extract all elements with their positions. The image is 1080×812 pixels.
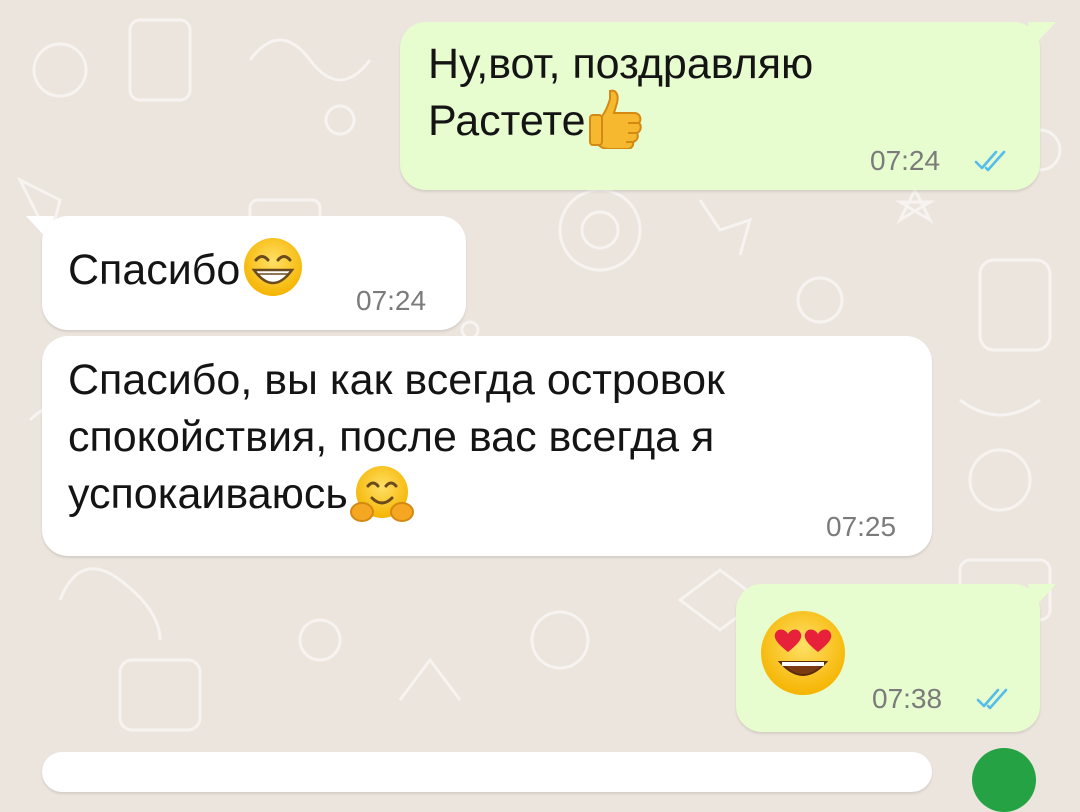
hugging-face-icon bbox=[349, 465, 414, 522]
read-receipt-icon bbox=[976, 688, 1008, 710]
message-text-line: Спасибо bbox=[68, 246, 241, 294]
message-text-line: Ну,вот, поздравляю bbox=[428, 40, 814, 88]
scroll-to-bottom-button[interactable] bbox=[972, 748, 1036, 812]
thumbs-up-icon bbox=[588, 89, 642, 149]
message-text-line: Растете bbox=[428, 97, 586, 145]
bubble-tail bbox=[1028, 22, 1056, 48]
message-bubble-incoming-partial[interactable] bbox=[42, 752, 932, 792]
message-time: 07:38 bbox=[872, 683, 943, 714]
read-receipt-icon bbox=[974, 150, 1006, 172]
message-bubble-incoming[interactable]: Спасибо, вы как всегда островок спокойст… bbox=[42, 336, 932, 556]
message-time: 07:25 bbox=[826, 511, 897, 542]
message-bubble-incoming[interactable]: Спасибо 07:24 bbox=[26, 216, 466, 330]
bubble-tail bbox=[26, 216, 54, 242]
bubble-tail bbox=[1028, 584, 1056, 610]
smiling-face-with-heart-eyes-icon bbox=[761, 611, 845, 695]
message-text-line: успокаиваюсь bbox=[68, 470, 348, 518]
grinning-face-with-smiling-eyes-icon bbox=[244, 237, 303, 296]
message-text-line: Спасибо, вы как всегда островок bbox=[68, 356, 725, 404]
message-bubble-outgoing[interactable]: Ну,вот, поздравляю Растете 07:24 bbox=[400, 22, 1056, 190]
message-time: 07:24 bbox=[870, 145, 941, 176]
message-bubble-outgoing[interactable]: 07:38 bbox=[736, 584, 1056, 732]
message-text-line: спокойствия, после вас всегда я bbox=[68, 413, 715, 461]
message-time: 07:24 bbox=[356, 285, 427, 316]
